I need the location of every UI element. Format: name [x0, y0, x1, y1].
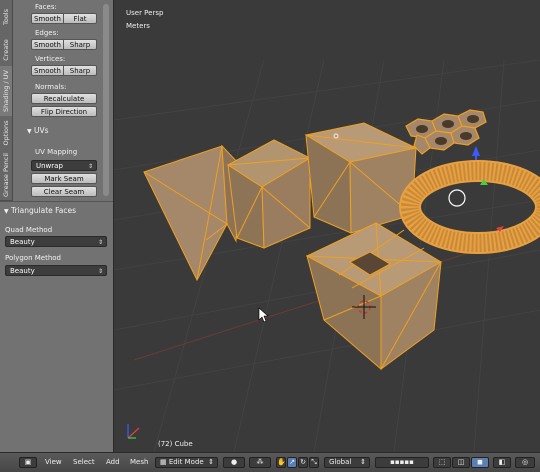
z-axis-gizmo-icon [472, 146, 480, 156]
updown-arrows-icon: ⇕ [208, 458, 214, 466]
mark-seam-button[interactable]: Mark Seam [31, 173, 97, 184]
uv-mapping-label: UV Mapping [35, 148, 78, 156]
collapse-triangle-icon: ▼ [4, 208, 9, 215]
3d-view-header: ▣ View Select Add Mesh ▦ Edit Mode ⇕ ● ⁂… [0, 452, 540, 472]
object-info-label: (72) Cube [158, 440, 193, 448]
operator-panel: ▼ Triangulate Faces Quad Method Beauty ⇕… [0, 201, 113, 453]
proportional-edit-button[interactable]: ◎ [515, 457, 535, 468]
select-face-button[interactable]: ◼ [471, 457, 489, 468]
axis-orientation-icon [127, 424, 140, 439]
translate-manipulator-button[interactable]: ↗ [287, 457, 297, 468]
collapse-triangle-icon: ▼ [27, 128, 32, 135]
manipulator-circle-icon[interactable] [448, 189, 466, 207]
torus-mesh[interactable] [399, 160, 540, 254]
updown-arrows-icon: ⇕ [97, 268, 103, 275]
quad-method-select[interactable]: Beauty ⇕ [5, 236, 107, 247]
face-select-icon: ◼ [477, 458, 483, 466]
rotate-icon: ↻ [300, 458, 306, 466]
units-label: Meters [126, 22, 150, 30]
cube-mesh-2[interactable] [304, 122, 418, 234]
select-vertex-button[interactable]: ⬚ [433, 457, 451, 468]
hand-icon: ✋ [277, 458, 286, 466]
occlude-icon: ◧ [498, 458, 506, 466]
operator-header[interactable]: ▼ Triangulate Faces [4, 206, 76, 215]
view-name-label: User Persp [126, 9, 164, 17]
tab-shading-uv[interactable]: Shading / UV [0, 66, 12, 117]
quad-method-label: Quad Method [5, 226, 53, 234]
pivot-icon: ⁂ [256, 458, 264, 466]
hollow-cube-mesh[interactable] [305, 222, 442, 371]
mode-select[interactable]: ▦ Edit Mode ⇕ [155, 457, 218, 468]
pivot-point-select[interactable]: ⁂ [249, 457, 271, 468]
transform-orientation-select[interactable]: Global ⇕ [324, 457, 370, 468]
updown-arrows-icon: ⇕ [97, 239, 103, 246]
proportional-icon: ◎ [521, 458, 529, 466]
menu-mesh[interactable]: Mesh [130, 457, 148, 468]
select-edge-button[interactable]: ◫ [452, 457, 470, 468]
polygon-method-select[interactable]: Beauty ⇕ [5, 265, 107, 276]
menu-select[interactable]: Select [73, 457, 95, 468]
operator-title: Triangulate Faces [11, 206, 77, 215]
viewport-shading-select[interactable]: ● [223, 457, 245, 468]
clear-seam-button[interactable]: Clear Seam [31, 186, 97, 197]
updown-arrows-icon: ⇕ [360, 458, 366, 466]
layers-grid-icon: ▪▪▪▪▪ [390, 458, 414, 466]
edges-smooth-button[interactable]: Smooth [31, 39, 64, 50]
faces-flat-button[interactable]: Flat [64, 13, 97, 24]
rotate-manipulator-button[interactable]: ↻ [298, 457, 308, 468]
shelf-scrollbar[interactable] [103, 4, 109, 196]
recalculate-button[interactable]: Recalculate [31, 93, 97, 104]
scale-manipulator-button[interactable]: ⤡ [309, 457, 319, 468]
menu-view[interactable]: View [45, 457, 62, 468]
faces-smooth-button[interactable]: Smooth [31, 13, 64, 24]
manipulator-toggle[interactable]: ✋ [276, 457, 286, 468]
vertices-label: Vertices: [35, 55, 66, 63]
tab-tools[interactable]: Tools [0, 0, 12, 35]
normals-label: Normals: [35, 83, 67, 91]
cube-editor-icon: ▣ [24, 458, 32, 466]
solid-sphere-icon: ● [230, 458, 238, 466]
edge-select-icon: ◫ [457, 458, 465, 466]
edges-sharp-button[interactable]: Sharp [64, 39, 97, 50]
updown-arrows-icon: ⇕ [87, 163, 93, 170]
tool-shelf: Tools Create Shading / UV Options Grease… [0, 0, 114, 453]
vertices-sharp-button[interactable]: Sharp [64, 65, 97, 76]
uvs-title: UVs [34, 126, 49, 135]
polygon-method-label: Polygon Method [5, 254, 61, 262]
limit-selection-button[interactable]: ◧ [493, 457, 511, 468]
viewport-scene [114, 59, 540, 452]
flip-direction-button[interactable]: Flip Direction [31, 106, 97, 117]
tab-options[interactable]: Options [0, 116, 12, 151]
edit-mode-icon: ▦ [160, 458, 167, 466]
uvs-section[interactable]: ▼ UVs [27, 126, 49, 135]
tab-create[interactable]: Create [0, 34, 12, 67]
layer-buttons[interactable]: ▪▪▪▪▪ [375, 457, 429, 468]
arrow-icon: ↗ [289, 458, 295, 466]
menu-add[interactable]: Add [106, 457, 120, 468]
scale-icon: ⤡ [311, 458, 317, 466]
vertex-select-icon: ⬚ [438, 458, 446, 466]
editor-type-button[interactable]: ▣ [19, 457, 37, 468]
faces-label: Faces: [35, 3, 57, 11]
tab-grease-pencil[interactable]: Grease Pencil [0, 150, 12, 201]
edges-label: Edges: [35, 29, 59, 37]
cube-mesh-1[interactable] [227, 139, 312, 249]
3d-viewport[interactable]: User Persp Meters (72) Cube [114, 0, 540, 452]
vertices-smooth-button[interactable]: Smooth [31, 65, 64, 76]
unwrap-menu[interactable]: Unwrap ⇕ [31, 160, 97, 171]
